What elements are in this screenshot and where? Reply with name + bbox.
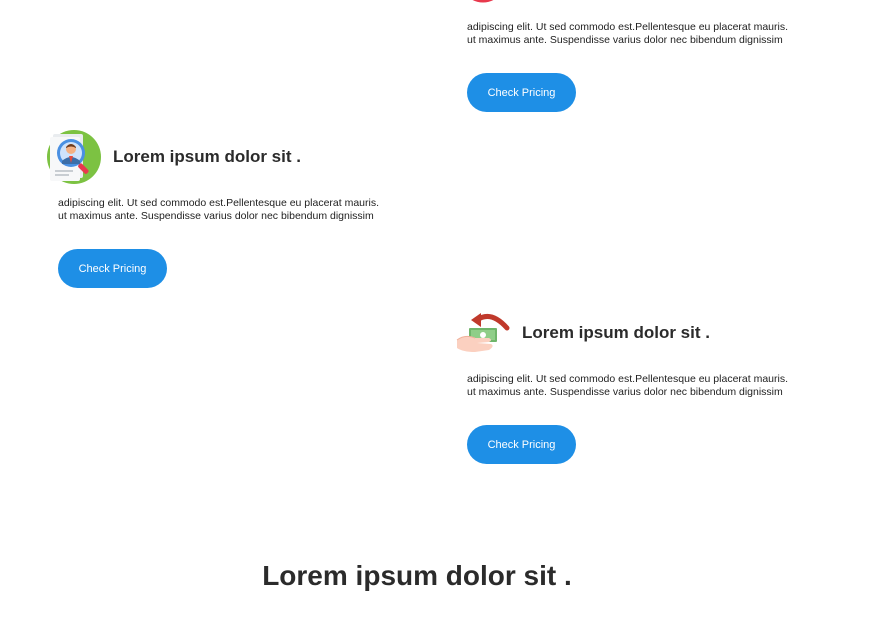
card-description-line-1: adipiscing elit. Ut sed commodo est.Pell… — [467, 21, 788, 33]
card-header: Lorem ipsum dolor sit . — [45, 128, 301, 186]
card-description: adipiscing elit. Ut sed commodo est.Pell… — [467, 373, 788, 399]
card-description: adipiscing elit. Ut sed commodo est.Pell… — [467, 21, 788, 47]
card-description-line-1: adipiscing elit. Ut sed commodo est.Pell… — [58, 197, 379, 209]
card-description-line-2: ut maximus ante. Suspendisse varius dolo… — [58, 210, 374, 222]
target-icon — [458, 0, 508, 10]
check-pricing-button-2[interactable]: Check Pricing — [58, 249, 167, 288]
page: adipiscing elit. Ut sed commodo est.Pell… — [0, 0, 877, 617]
check-pricing-button-3[interactable]: Check Pricing — [467, 425, 576, 464]
card-title: Lorem ipsum dolor sit . — [113, 147, 301, 166]
candidate-search-icon — [45, 128, 103, 186]
money-back-icon — [455, 310, 513, 356]
card-description: adipiscing elit. Ut sed commodo est.Pell… — [58, 197, 379, 223]
card-description-line-2: ut maximus ante. Suspendisse varius dolo… — [467, 386, 783, 398]
card-description-line-2: ut maximus ante. Suspendisse varius dolo… — [467, 34, 783, 46]
card-description-line-1: adipiscing elit. Ut sed commodo est.Pell… — [467, 373, 788, 385]
section-heading: Lorem ipsum dolor sit . — [262, 560, 572, 591]
card-title: Lorem ipsum dolor sit . — [522, 323, 710, 342]
card-header: Lorem ipsum dolor sit . — [455, 310, 710, 356]
check-pricing-button-1[interactable]: Check Pricing — [467, 73, 576, 112]
